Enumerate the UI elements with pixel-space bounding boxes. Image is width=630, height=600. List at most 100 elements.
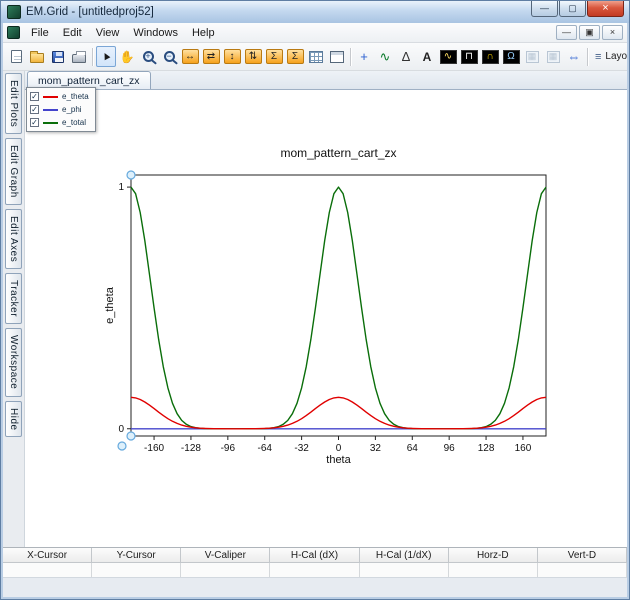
plot-legend[interactable]: ✓ e_theta ✓ e_phi ✓ e_total <box>26 87 96 132</box>
full-scale-x-button[interactable]: ↔ <box>180 46 200 67</box>
tracker-tool-icon: ∿ <box>379 49 391 64</box>
x-tick-label: -96 <box>221 443 236 454</box>
axis-handle[interactable] <box>117 441 127 451</box>
menu-file[interactable]: File <box>24 25 56 41</box>
readout-header-4: H-Cal (dX) <box>270 548 360 563</box>
mdi-close-button[interactable]: × <box>602 25 623 40</box>
option-a-icon: ▦ <box>525 50 539 63</box>
menu-edit[interactable]: Edit <box>56 25 89 41</box>
main-area: Edit Plots Edit Graph Edit Axes Tracker Work… <box>3 71 627 547</box>
close-button[interactable]: × <box>587 1 624 17</box>
menu-bar: File Edit View Windows Help — ▣ × <box>3 23 627 43</box>
document-column: mom_pattern_cart_zx mom_pattern_cart_zx -… <box>25 71 627 547</box>
delta-marker-icon: ∆ <box>402 49 410 64</box>
axis-handle[interactable] <box>126 431 136 441</box>
sum-x-button[interactable]: Σ <box>264 46 284 67</box>
legend-row-e_phi[interactable]: ✓ e_phi <box>30 104 89 115</box>
layout-button-icon: ≡ <box>595 50 602 63</box>
tracker-tool-button[interactable]: ∿ <box>375 46 395 67</box>
legend-checkbox-e_theta[interactable]: ✓ <box>30 92 39 101</box>
full-scale-y-button[interactable]: ↕ <box>222 46 242 67</box>
zoom-y-button[interactable]: ⇅ <box>243 46 263 67</box>
zoom-in-icon: + <box>142 51 154 62</box>
toolbar: ▲✋+−↔⇄↕⇅ΣΣ+∿∆A∿⊓∩Ω▦▦⇔≡Layout <box>3 43 627 71</box>
fit-width-button[interactable]: ⇔ <box>564 46 584 67</box>
zoom-x-button[interactable]: ⇄ <box>201 46 221 67</box>
app-icon <box>7 5 21 19</box>
open-file-icon <box>30 51 44 63</box>
grid-toggle-button[interactable] <box>306 46 326 67</box>
x-tick-label: 128 <box>478 443 495 454</box>
sidebar-tab-tracker[interactable]: Tracker <box>5 273 22 325</box>
sidebar-tab-hide[interactable]: Hide <box>5 400 22 438</box>
mdi-close-icon: × <box>609 27 616 37</box>
option-b-button[interactable]: ▦ <box>543 46 563 67</box>
x-tick-label: 0 <box>336 443 342 454</box>
readout-value-7 <box>537 563 627 578</box>
select-cursor-icon: ▲ <box>98 48 114 64</box>
sum-x-icon: Σ <box>265 49 283 64</box>
readout-value-2 <box>92 563 182 578</box>
title-bar[interactable]: EM.Grid - [untitledproj52] — ▢ × <box>1 1 629 23</box>
legend-label-e_phi: e_phi <box>62 105 82 114</box>
plot-content: mom_pattern_cart_zx -160 -128 -96 -64 -32 0 32 6… <box>25 90 627 547</box>
plot-canvas[interactable]: mom_pattern_cart_zx -160 -128 -96 -64 -32 0 32 6… <box>25 90 627 547</box>
save-file-button[interactable] <box>48 46 68 67</box>
menu-help[interactable]: Help <box>185 25 222 41</box>
grid-toggle-icon <box>309 50 323 63</box>
sum-y-button[interactable]: Σ <box>285 46 305 67</box>
readout-bar: X-Cursor Y-Cursor V-Caliper H-Cal (dX) H-Cal… <box>3 547 627 578</box>
maximize-button[interactable]: ▢ <box>559 1 586 17</box>
full-scale-y-icon: ↕ <box>223 49 241 64</box>
new-file-button[interactable] <box>6 46 26 67</box>
x-tick-label: -160 <box>144 443 164 454</box>
delta-marker-button[interactable]: ∆ <box>396 46 416 67</box>
maximize-icon: ▢ <box>568 3 577 13</box>
pan-hand-button[interactable]: ✋ <box>117 46 137 67</box>
readout-value-1 <box>3 563 93 578</box>
crosshair-cursor-button[interactable]: + <box>354 46 374 67</box>
layout-button-label: Layout <box>605 51 627 62</box>
filter-highpass-button[interactable]: ⊓ <box>459 46 479 67</box>
legend-row-e_total[interactable]: ✓ e_total <box>30 117 89 128</box>
menu-items: File Edit View Windows Help <box>24 25 222 41</box>
legend-checkbox-e_phi[interactable]: ✓ <box>30 105 39 114</box>
select-cursor-button[interactable]: ▲ <box>96 46 116 67</box>
legend-swatch-e_phi <box>43 108 58 111</box>
option-b-icon: ▦ <box>546 50 560 63</box>
series-e_total <box>130 186 547 430</box>
open-file-button[interactable] <box>27 46 47 67</box>
mdi-minimize-button[interactable]: — <box>556 25 577 40</box>
readout-value-6 <box>448 563 538 578</box>
layout-button[interactable]: ≡Layout <box>591 51 627 63</box>
legend-swatch-e_total <box>43 121 58 124</box>
mdi-restore-button[interactable]: ▣ <box>579 25 600 40</box>
option-a-button[interactable]: ▦ <box>522 46 542 67</box>
sidebar-tab-edit-graph[interactable]: Edit Graph <box>5 138 22 206</box>
menu-view[interactable]: View <box>89 25 127 41</box>
minimize-button[interactable]: — <box>531 1 558 17</box>
print-button[interactable] <box>69 46 89 67</box>
save-file-icon <box>52 50 64 63</box>
filter-bandpass-button[interactable]: ∩ <box>480 46 500 67</box>
sidebar-tab-edit-plots[interactable]: Edit Plots <box>5 73 22 135</box>
document-icon[interactable] <box>7 26 20 39</box>
zoom-out-button[interactable]: − <box>159 46 179 67</box>
legend-row-e_theta[interactable]: ✓ e_theta <box>30 91 89 102</box>
filter-lowpass-button[interactable]: ∿ <box>438 46 458 67</box>
x-tick-label: -32 <box>294 443 309 454</box>
data-table-button[interactable] <box>327 46 347 67</box>
zoom-in-button[interactable]: + <box>138 46 158 67</box>
window-body: File Edit View Windows Help — ▣ × ▲ ✋ + − ↔ ⇄ ↕ ⇅ Σ Σ… <box>3 23 627 597</box>
legend-checkbox-e_total[interactable]: ✓ <box>30 118 39 127</box>
axis-handle[interactable] <box>126 170 136 180</box>
sum-y-icon: Σ <box>286 49 304 64</box>
sidebar-tab-workspace[interactable]: Workspace <box>5 328 22 397</box>
toolbar-separator <box>587 47 588 66</box>
sidebar-tab-edit-axes[interactable]: Edit Axes <box>5 209 22 270</box>
series-e_theta <box>130 396 547 430</box>
menu-windows[interactable]: Windows <box>126 25 185 41</box>
filter-bandstop-button[interactable]: Ω <box>501 46 521 67</box>
text-annotation-button[interactable]: A <box>417 46 437 67</box>
minimize-icon: — <box>540 3 549 13</box>
